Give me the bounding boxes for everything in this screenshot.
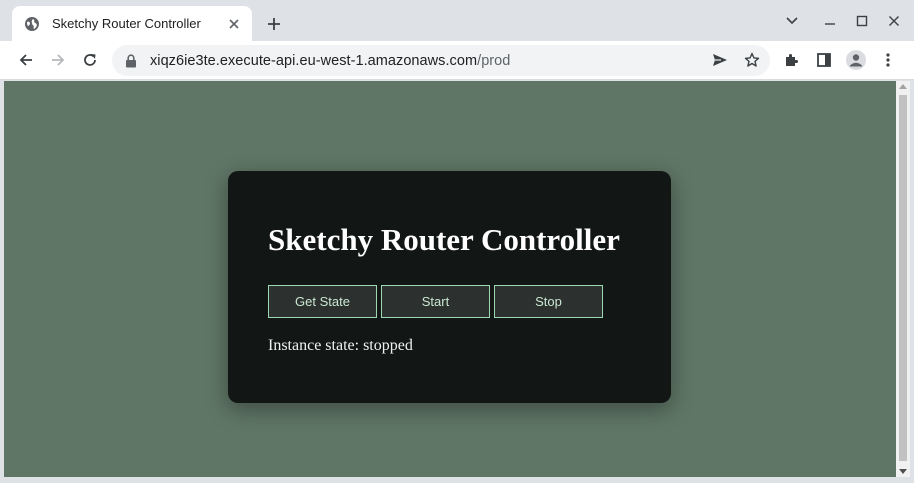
browser-tab[interactable]: Sketchy Router Controller bbox=[12, 6, 252, 41]
close-window-icon[interactable] bbox=[883, 10, 905, 32]
instance-state-text: Instance state: stopped bbox=[268, 337, 413, 354]
lock-icon[interactable] bbox=[124, 53, 138, 68]
close-tab-icon[interactable] bbox=[226, 16, 242, 32]
send-tab-icon[interactable] bbox=[708, 48, 732, 72]
reload-icon[interactable] bbox=[78, 48, 102, 72]
menu-icon[interactable] bbox=[876, 48, 900, 72]
minimize-icon[interactable] bbox=[819, 10, 841, 32]
vertical-scrollbar[interactable] bbox=[896, 81, 910, 477]
get-state-button[interactable]: Get State bbox=[268, 285, 377, 318]
side-panel-icon[interactable] bbox=[812, 48, 836, 72]
tab-title: Sketchy Router Controller bbox=[52, 16, 201, 31]
controller-card: Sketchy Router Controller Get State Star… bbox=[228, 171, 671, 403]
stop-button[interactable]: Stop bbox=[494, 285, 603, 318]
window-right-edge bbox=[910, 81, 914, 477]
url-host: xiqz6ie3te.execute-api.eu-west-1.amazona… bbox=[150, 52, 478, 69]
tab-strip: Sketchy Router Controller bbox=[0, 0, 914, 41]
back-icon[interactable] bbox=[14, 48, 38, 72]
globe-icon bbox=[24, 16, 40, 32]
url-path: /prod bbox=[477, 52, 511, 69]
page-title: Sketchy Router Controller bbox=[268, 222, 620, 257]
scrollbar-thumb[interactable] bbox=[899, 95, 907, 461]
window-bottom-edge bbox=[0, 477, 914, 483]
bookmark-star-icon[interactable] bbox=[740, 48, 764, 72]
button-row: Get State Start Stop bbox=[268, 285, 631, 318]
browser-toolbar: xiqz6ie3te.execute-api.eu-west-1.amazona… bbox=[0, 41, 914, 80]
maximize-icon[interactable] bbox=[851, 10, 873, 32]
forward-icon[interactable] bbox=[46, 48, 70, 72]
url-text[interactable]: xiqz6ie3te.execute-api.eu-west-1.amazona… bbox=[150, 53, 510, 69]
scroll-down-arrow-icon[interactable] bbox=[899, 469, 907, 474]
new-tab-button[interactable] bbox=[262, 12, 286, 36]
extensions-icon[interactable] bbox=[780, 48, 804, 72]
scroll-up-arrow-icon[interactable] bbox=[899, 84, 907, 89]
start-button[interactable]: Start bbox=[381, 285, 490, 318]
address-bar[interactable]: xiqz6ie3te.execute-api.eu-west-1.amazona… bbox=[112, 45, 770, 76]
tab-search-icon[interactable] bbox=[781, 10, 803, 32]
page-viewport: Sketchy Router Controller Get State Star… bbox=[4, 81, 896, 477]
profile-avatar-icon[interactable] bbox=[844, 48, 868, 72]
